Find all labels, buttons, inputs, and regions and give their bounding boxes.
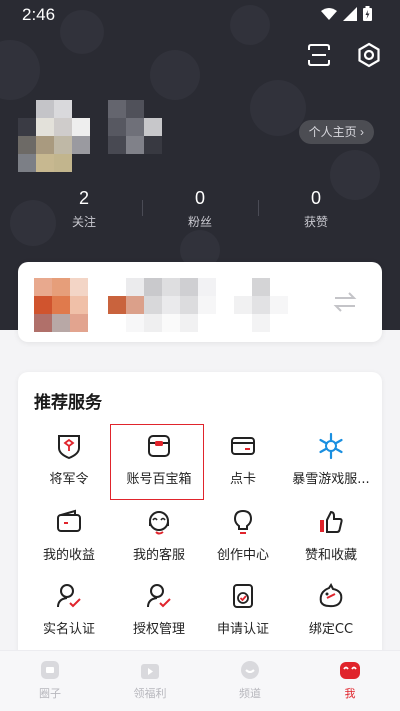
user-check-icon xyxy=(57,584,81,608)
status-bar: 2:46 xyxy=(0,0,400,28)
service-real-name-verification[interactable]: 实名认证 xyxy=(24,576,114,644)
nav-tab-circle[interactable]: 圈子 xyxy=(10,659,90,701)
stat-fans-value: 0 xyxy=(194,188,205,208)
service-label: 创作中心 xyxy=(216,548,269,563)
service-authorization-management[interactable]: 授权管理 xyxy=(114,576,204,644)
service-label: 申请认证 xyxy=(216,622,269,637)
service-label: 我的收益 xyxy=(42,548,95,563)
lightbulb-icon xyxy=(233,509,253,534)
thumbs-up-icon xyxy=(320,510,343,533)
service-my-customer-service[interactable]: 我的客服 xyxy=(114,502,204,570)
service-bind-cc[interactable]: 绑定CC xyxy=(286,576,376,644)
switch-account-icon[interactable] xyxy=(332,290,358,314)
service-label: 实名认证 xyxy=(42,622,95,637)
account-info-mosaic xyxy=(234,278,288,332)
stat-fans[interactable]: 0 粉丝 xyxy=(160,188,240,230)
certificate-icon xyxy=(233,584,253,608)
chevron-right-icon: › xyxy=(360,125,364,139)
service-blizzard-games[interactable]: 暴雪游戏服... xyxy=(286,426,376,494)
services-title: 推荐服务 xyxy=(34,393,102,413)
personal-homepage-label: 个人主页 xyxy=(308,125,357,139)
nav-tab-label: 领福利 xyxy=(133,687,167,700)
stat-following-value: 2 xyxy=(78,188,89,208)
wifi-icon xyxy=(321,7,337,20)
service-label: 点卡 xyxy=(229,472,256,487)
service-label: 授权管理 xyxy=(132,622,185,637)
game-account-card[interactable] xyxy=(18,262,382,342)
service-label: 赞和收藏 xyxy=(304,548,357,563)
stat-following-label: 关注 xyxy=(71,215,96,229)
me-icon xyxy=(340,662,360,679)
stat-likes-value: 0 xyxy=(310,188,321,208)
username-mosaic xyxy=(108,100,162,154)
service-general-token[interactable]: 将军令 xyxy=(24,426,114,494)
shield-token-icon xyxy=(58,435,80,460)
nav-tab-channel[interactable]: 频道 xyxy=(210,659,290,701)
account-avatar-mosaic xyxy=(34,278,88,332)
nav-tab-label: 我 xyxy=(344,687,356,700)
bottom-navigation: 圈子 领福利 频道 我 xyxy=(0,650,400,711)
status-icons xyxy=(321,6,372,21)
service-likes-and-favorites[interactable]: 赞和收藏 xyxy=(286,502,376,570)
battery-icon xyxy=(363,6,372,21)
stat-divider xyxy=(258,200,259,216)
signal-icon xyxy=(343,6,357,21)
service-my-earnings[interactable]: 我的收益 xyxy=(24,502,114,570)
stat-likes[interactable]: 0 获赞 xyxy=(276,188,356,230)
stat-likes-label: 获赞 xyxy=(303,215,328,229)
nav-tab-label: 频道 xyxy=(239,687,261,700)
nav-tab-welfare[interactable]: 领福利 xyxy=(110,659,190,701)
scan-icon[interactable] xyxy=(306,42,332,68)
personal-homepage-button[interactable]: 个人主页 › xyxy=(298,120,374,144)
avatar[interactable] xyxy=(18,100,90,172)
service-label: 我的客服 xyxy=(132,548,185,563)
stat-fans-label: 粉丝 xyxy=(187,215,212,229)
service-label: 绑定CC xyxy=(308,622,354,637)
wallet-icon xyxy=(57,509,81,532)
stat-following[interactable]: 2 关注 xyxy=(44,188,124,230)
cc-bind-icon xyxy=(319,583,343,608)
service-creation-center[interactable]: 创作中心 xyxy=(198,502,288,570)
stat-divider xyxy=(142,200,143,216)
gift-icon xyxy=(141,664,159,679)
highlight-box xyxy=(110,424,204,500)
account-name-mosaic xyxy=(108,278,216,332)
service-label: 将军令 xyxy=(49,472,89,487)
blizzard-icon xyxy=(319,432,343,460)
customer-service-icon xyxy=(149,511,169,535)
settings-icon[interactable] xyxy=(356,42,382,68)
service-point-card[interactable]: 点卡 xyxy=(198,426,288,494)
profile-stats: 2 关注 0 粉丝 0 获赞 xyxy=(0,188,400,238)
card-icon xyxy=(231,437,255,455)
status-time: 2:46 xyxy=(22,5,56,24)
circle-icon xyxy=(41,661,59,679)
nav-tab-label: 圈子 xyxy=(39,687,61,700)
channel-icon xyxy=(241,661,259,679)
nav-tab-me[interactable]: 我 xyxy=(310,659,390,701)
service-apply-certification[interactable]: 申请认证 xyxy=(198,576,288,644)
recommended-services-card: 推荐服务 将军令 账号百宝箱 点卡 暴雪游戏服... 我的收益 我的客服 创作中… xyxy=(18,372,382,662)
service-label: 暴雪游戏服... xyxy=(292,472,370,487)
user-authorize-icon xyxy=(147,584,171,608)
